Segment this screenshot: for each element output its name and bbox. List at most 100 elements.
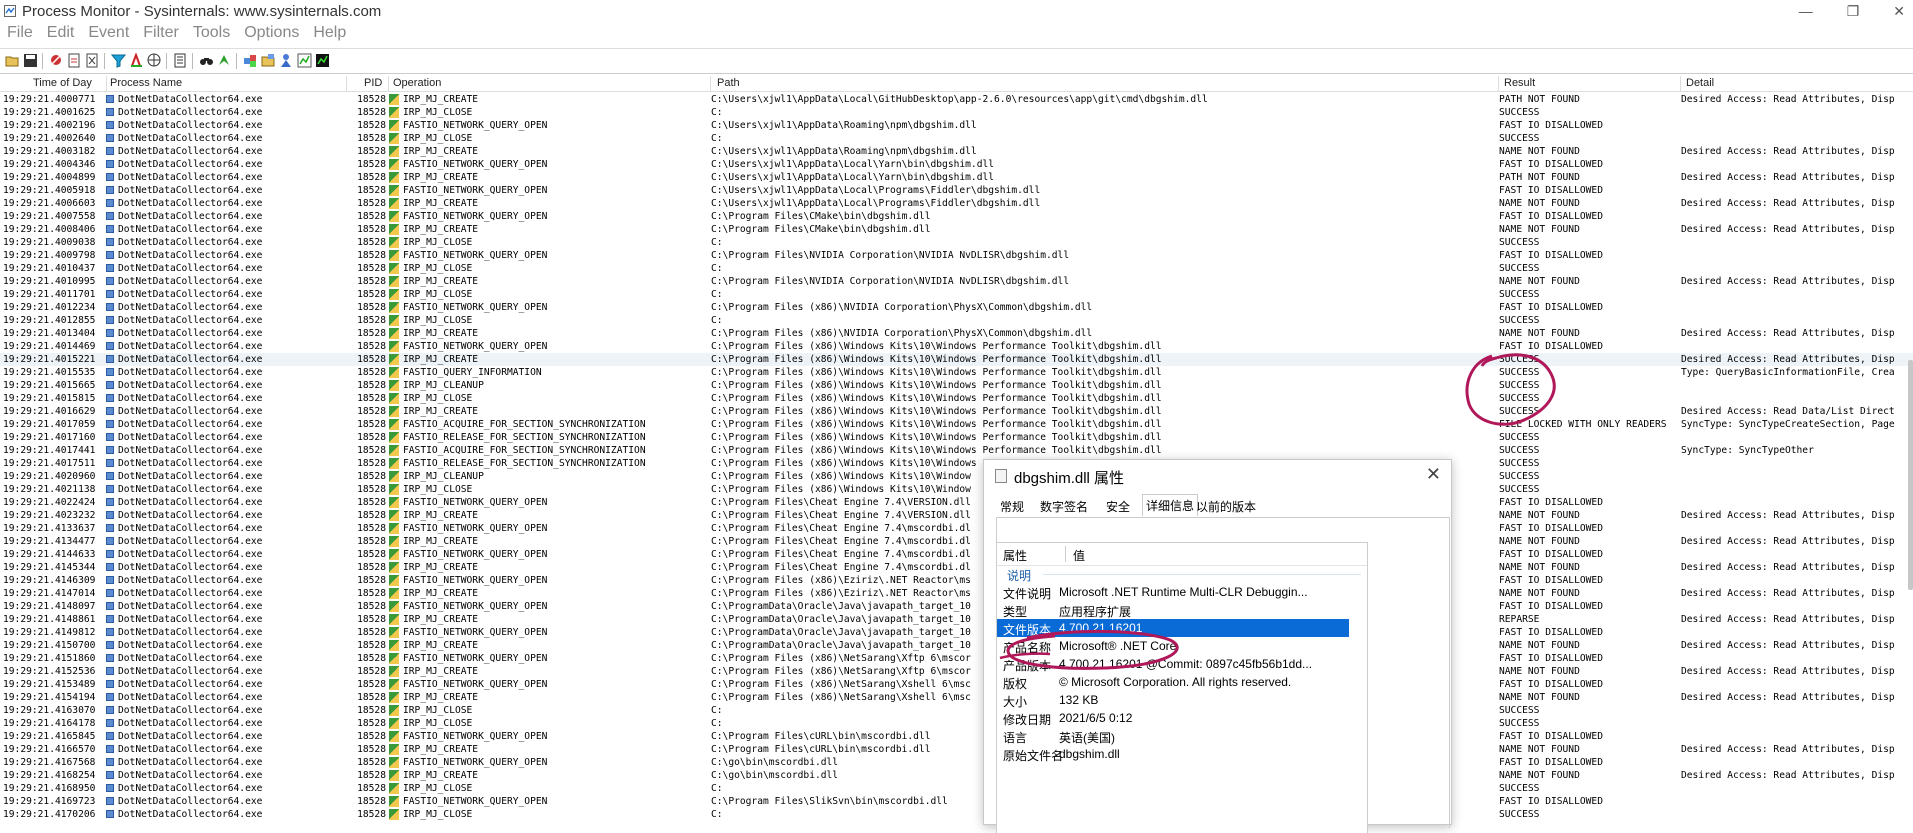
column-separator[interactable] (1498, 76, 1499, 91)
table-row[interactable]: 19:29:21.4011701 DotNetDataCollector64.ex… (0, 288, 1913, 301)
column-separator[interactable] (346, 76, 347, 91)
table-row[interactable]: 19:29:21.4008406 DotNetDataCollector64.ex… (0, 223, 1913, 236)
table-row[interactable]: 19:29:21.4005918 DotNetDataCollector64.ex… (0, 184, 1913, 197)
highlight-icon[interactable] (128, 52, 145, 69)
menu-file[interactable]: File (0, 22, 40, 46)
table-row[interactable]: 19:29:21.4144633 DotNetDataCollector64.ex… (0, 548, 1913, 561)
filter-icon[interactable] (110, 52, 127, 69)
table-row[interactable]: 19:29:21.4148861 DotNetDataCollector64.ex… (0, 613, 1913, 626)
table-row[interactable]: 19:29:21.4147014 DotNetDataCollector64.ex… (0, 587, 1913, 600)
table-row[interactable]: 19:29:21.4151860 DotNetDataCollector64.ex… (0, 652, 1913, 665)
table-row[interactable]: 19:29:21.4017441 DotNetDataCollector64.ex… (0, 444, 1913, 457)
tab-digital-signatures[interactable]: 数字签名 (1040, 498, 1088, 515)
network-icon[interactable] (278, 52, 295, 69)
table-row[interactable]: 19:29:21.4154194 DotNetDataCollector64.ex… (0, 691, 1913, 704)
profiling-icon[interactable] (314, 52, 331, 69)
open-icon[interactable] (4, 52, 21, 69)
include-process-icon[interactable] (146, 52, 163, 69)
table-row[interactable]: 19:29:21.4170206 DotNetDataCollector64.ex… (0, 808, 1913, 821)
tab-previous-versions[interactable]: 以前的版本 (1196, 498, 1256, 515)
table-row[interactable]: 19:29:21.4165845 DotNetDataCollector64.ex… (0, 730, 1913, 743)
table-row[interactable]: 19:29:21.4009038 DotNetDataCollector64.ex… (0, 236, 1913, 249)
property-row[interactable]: 原始文件名 dbgshim.dll (997, 745, 1349, 763)
menu-help[interactable]: Help (306, 22, 353, 46)
table-row[interactable]: 19:29:21.4148097 DotNetDataCollector64.ex… (0, 600, 1913, 613)
table-row[interactable]: 19:29:21.4168254 DotNetDataCollector64.ex… (0, 769, 1913, 782)
tab-general[interactable]: 常规 (1000, 498, 1024, 515)
column-header-pid[interactable]: PID (364, 77, 382, 89)
table-row[interactable]: 19:29:21.4004899 DotNetDataCollector64.ex… (0, 171, 1913, 184)
registry-icon[interactable] (242, 52, 259, 69)
table-row[interactable]: 19:29:21.4021138 DotNetDataCollector64.ex… (0, 483, 1913, 496)
table-row[interactable]: 19:29:21.4017059 DotNetDataCollector64.ex… (0, 418, 1913, 431)
menu-event[interactable]: Event (81, 22, 136, 46)
table-row[interactable]: 19:29:21.4001625 DotNetDataCollector64.ex… (0, 106, 1913, 119)
table-row[interactable]: 19:29:21.4153489 DotNetDataCollector64.ex… (0, 678, 1913, 691)
property-row[interactable]: 大小 132 KB (997, 691, 1349, 709)
table-row[interactable]: 19:29:21.4016629 DotNetDataCollector64.ex… (0, 405, 1913, 418)
save-icon[interactable] (22, 52, 39, 69)
property-row[interactable]: 文件说明 Microsoft .NET Runtime Multi-CLR Deb… (997, 583, 1349, 601)
table-row[interactable]: 19:29:21.4012234 DotNetDataCollector64.ex… (0, 301, 1913, 314)
close-button[interactable]: ✕ (1893, 0, 1905, 22)
column-header-path[interactable]: Path (717, 77, 740, 89)
table-row[interactable]: 19:29:21.4017511 DotNetDataCollector64.ex… (0, 457, 1913, 470)
maximize-button[interactable]: ❐ (1847, 0, 1860, 22)
table-row[interactable]: 19:29:21.4168950 DotNetDataCollector64.ex… (0, 782, 1913, 795)
process-icon[interactable] (296, 52, 313, 69)
table-row[interactable]: 19:29:21.4003182 DotNetDataCollector64.ex… (0, 145, 1913, 158)
table-row[interactable]: 19:29:21.4015535 DotNetDataCollector64.ex… (0, 366, 1913, 379)
column-separator[interactable] (106, 76, 107, 91)
menu-edit[interactable]: Edit (40, 22, 82, 46)
table-row[interactable]: 19:29:21.4010437 DotNetDataCollector64.ex… (0, 262, 1913, 275)
table-row[interactable]: 19:29:21.4002196 DotNetDataCollector64.ex… (0, 119, 1913, 132)
table-row[interactable]: 19:29:21.4146309 DotNetDataCollector64.ex… (0, 574, 1913, 587)
column-header-detail[interactable]: Detail (1686, 77, 1714, 89)
tab-security[interactable]: 安全 (1106, 498, 1130, 515)
header-value[interactable]: 值 (1073, 547, 1085, 564)
table-row[interactable]: 19:29:21.4020960 DotNetDataCollector64.ex… (0, 470, 1913, 483)
file-system-icon[interactable] (260, 52, 277, 69)
column-separator[interactable] (710, 76, 711, 91)
property-row[interactable]: 版权 © Microsoft Corporation. All rights re… (997, 673, 1349, 691)
table-row[interactable]: 19:29:21.4013404 DotNetDataCollector64.ex… (0, 327, 1913, 340)
table-row[interactable]: 19:29:21.4152536 DotNetDataCollector64.ex… (0, 665, 1913, 678)
table-row[interactable]: 19:29:21.4149812 DotNetDataCollector64.ex… (0, 626, 1913, 639)
table-row[interactable]: 19:29:21.4006603 DotNetDataCollector64.ex… (0, 197, 1913, 210)
find-icon[interactable] (198, 52, 215, 69)
property-row[interactable]: 修改日期 2021/6/5 0:12 (997, 709, 1349, 727)
table-row[interactable]: 19:29:21.4169723 DotNetDataCollector64.ex… (0, 795, 1913, 808)
table-row[interactable]: 19:29:21.4023232 DotNetDataCollector64.ex… (0, 509, 1913, 522)
column-header-result[interactable]: Result (1504, 77, 1535, 89)
column-header-operation[interactable]: Operation (393, 77, 441, 89)
column-header-process[interactable]: Process Name (110, 77, 182, 89)
table-row[interactable]: 19:29:21.4015815 DotNetDataCollector64.ex… (0, 392, 1913, 405)
table-row[interactable]: 19:29:21.4015665 DotNetDataCollector64.ex… (0, 379, 1913, 392)
column-header-time[interactable]: Time of Day (33, 77, 92, 89)
table-row[interactable]: 19:29:21.4000771 DotNetDataCollector64.ex… (0, 93, 1913, 106)
table-row[interactable]: 19:29:21.4145344 DotNetDataCollector64.ex… (0, 561, 1913, 574)
jump-icon[interactable] (216, 52, 233, 69)
table-row[interactable]: 19:29:21.4007558 DotNetDataCollector64.ex… (0, 210, 1913, 223)
menu-filter[interactable]: Filter (136, 22, 186, 46)
table-row[interactable]: 19:29:21.4004346 DotNetDataCollector64.ex… (0, 158, 1913, 171)
table-row[interactable]: 19:29:21.4017160 DotNetDataCollector64.ex… (0, 431, 1913, 444)
column-separator[interactable] (388, 76, 389, 91)
autoscroll-icon[interactable] (66, 52, 83, 69)
tab-details[interactable]: 详细信息 (1142, 494, 1199, 516)
table-row[interactable]: 19:29:21.4009798 DotNetDataCollector64.ex… (0, 249, 1913, 262)
clear-icon[interactable] (84, 52, 101, 69)
table-row[interactable]: 19:29:21.4164178 DotNetDataCollector64.ex… (0, 717, 1913, 730)
minimize-button[interactable]: — (1799, 0, 1813, 22)
table-row[interactable]: 19:29:21.4015221 DotNetDataCollector64.ex… (0, 353, 1913, 366)
table-row[interactable]: 19:29:21.4014469 DotNetDataCollector64.ex… (0, 340, 1913, 353)
header-property[interactable]: 属性 (1003, 547, 1027, 564)
table-row[interactable]: 19:29:21.4150700 DotNetDataCollector64.ex… (0, 639, 1913, 652)
table-row[interactable]: 19:29:21.4133637 DotNetDataCollector64.ex… (0, 522, 1913, 535)
menu-options[interactable]: Options (237, 22, 306, 46)
table-row[interactable]: 19:29:21.4010995 DotNetDataCollector64.ex… (0, 275, 1913, 288)
table-row[interactable]: 19:29:21.4166570 DotNetDataCollector64.ex… (0, 743, 1913, 756)
column-separator[interactable] (1680, 76, 1681, 91)
capture-icon[interactable] (48, 52, 65, 69)
table-row[interactable]: 19:29:21.4134477 DotNetDataCollector64.ex… (0, 535, 1913, 548)
